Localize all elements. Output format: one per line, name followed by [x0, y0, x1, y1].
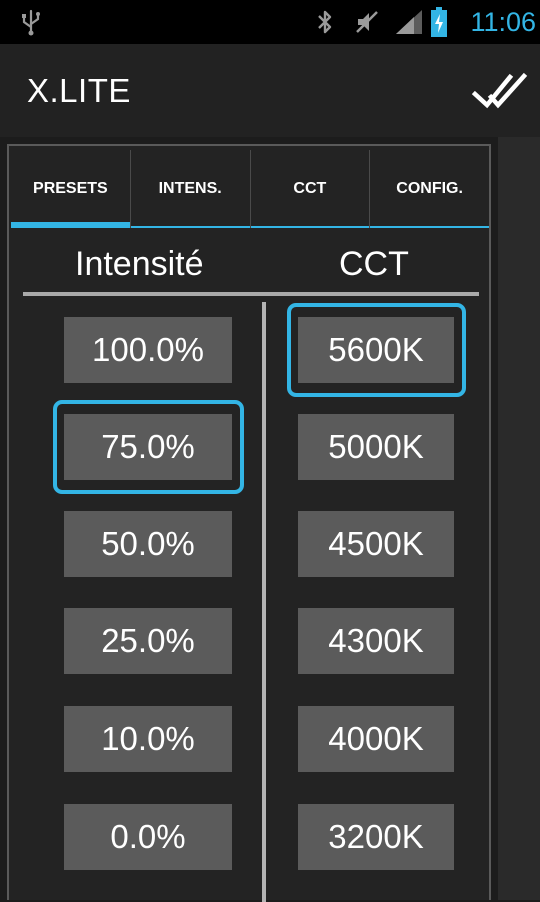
tab-bar: PRESETS INTENS. CCT CONFIG.: [11, 150, 489, 228]
done-button[interactable]: [470, 68, 528, 114]
tab-indicator: [11, 222, 130, 228]
usb-icon: [22, 9, 40, 36]
action-bar: X.LITE: [0, 44, 540, 137]
app-title: X.LITE: [27, 72, 131, 109]
intensity-preset-100[interactable]: 100.0%: [64, 317, 232, 383]
tab-cct[interactable]: CCT: [249, 150, 370, 228]
cct-preset-3200k[interactable]: 3200K: [298, 804, 454, 870]
tab-config[interactable]: CONFIG.: [369, 150, 489, 228]
tab-underline: [250, 226, 370, 228]
cct-preset-5600k[interactable]: 5600K: [298, 317, 454, 383]
tab-underline: [130, 226, 250, 228]
presets-panel: PRESETS INTENS. CCT CONFIG. Intensité CC…: [7, 144, 491, 902]
cct-column-header: CCT: [339, 245, 409, 283]
intensity-column-header: Intensité: [75, 245, 204, 283]
intensity-preset-0[interactable]: 0.0%: [64, 804, 232, 870]
column-divider: [262, 302, 266, 902]
tab-underline: [370, 226, 489, 228]
tab-presets[interactable]: PRESETS: [11, 150, 130, 228]
mute-icon: [356, 11, 378, 33]
tab-cct-label: CCT: [293, 180, 327, 197]
tab-presets-label: PRESETS: [33, 180, 108, 197]
cct-preset-4300k[interactable]: 4300K: [298, 608, 454, 674]
intensity-preset-10[interactable]: 10.0%: [64, 706, 232, 772]
cct-preset-5000k[interactable]: 5000K: [298, 414, 454, 480]
header-divider: [23, 292, 479, 296]
signal-icon: [396, 10, 422, 34]
tab-intensity[interactable]: INTENS.: [129, 150, 250, 228]
clock: 11:06: [470, 7, 536, 37]
tab-intensity-label: INTENS.: [158, 180, 222, 197]
battery-charging-icon: [431, 7, 447, 37]
status-bar: 11:06: [0, 0, 540, 44]
tab-config-label: CONFIG.: [396, 180, 463, 197]
cct-preset-4000k[interactable]: 4000K: [298, 706, 454, 772]
right-edge-strip: [498, 137, 540, 900]
double-check-icon: [471, 72, 528, 109]
bluetooth-icon: [318, 10, 332, 34]
cct-preset-4500k[interactable]: 4500K: [298, 511, 454, 577]
intensity-preset-50[interactable]: 50.0%: [64, 511, 232, 577]
intensity-preset-25[interactable]: 25.0%: [64, 608, 232, 674]
intensity-preset-75[interactable]: 75.0%: [64, 414, 232, 480]
